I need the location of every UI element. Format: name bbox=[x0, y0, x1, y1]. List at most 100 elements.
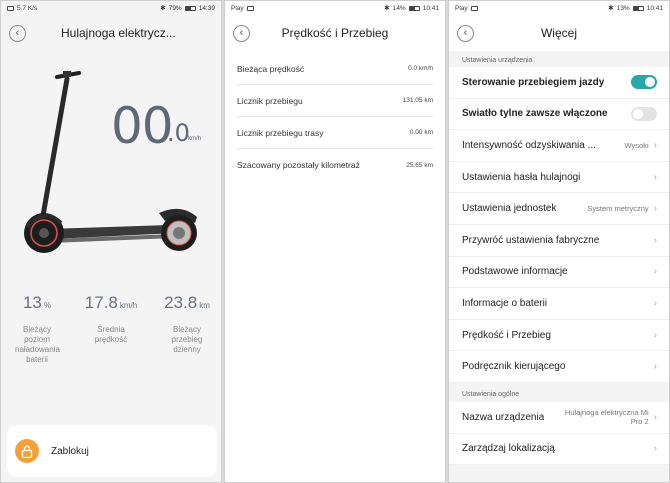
avg-speed-stat: 17.8 km/h Średnia prędkość bbox=[75, 293, 147, 345]
settings-item-control: › bbox=[654, 361, 657, 372]
row-label: Licznik przebiegu bbox=[237, 95, 303, 106]
speed-unit: km/h bbox=[188, 136, 202, 142]
battery-percent: 79% bbox=[168, 4, 182, 12]
settings-item-label: Zarządzaj lokalizacją bbox=[462, 443, 555, 455]
status-bar: Play ✱ 13% 10:41 bbox=[449, 1, 669, 15]
network-icon bbox=[7, 5, 14, 11]
lock-label: Zablokuj bbox=[51, 445, 89, 457]
settings-item-label: Podręcznik kierującego bbox=[462, 361, 566, 373]
speed-mileage-screen: Play ✱ 14% 10:41 ‹ Prędkość i Przebieg Bie… bbox=[224, 0, 446, 483]
settings-item-control: › bbox=[654, 443, 657, 454]
settings-item-label: Przywróć ustawienia fabryczne bbox=[462, 234, 600, 246]
chevron-right-icon: › bbox=[653, 139, 657, 151]
battery-percent: 13% bbox=[616, 4, 630, 12]
chevron-right-icon: › bbox=[653, 203, 657, 215]
clock: 10:41 bbox=[646, 4, 663, 12]
network-speed: 5.7 K/s bbox=[17, 4, 38, 12]
settings-item-label: Nazwa urządzenia bbox=[462, 411, 545, 423]
battery-icon bbox=[632, 5, 644, 11]
toggle-knob bbox=[633, 108, 643, 119]
battery-stat: 13% Bieżący poziom naładowania baterii bbox=[1, 293, 73, 365]
settings-item[interactable]: Podręcznik kierującego › bbox=[449, 351, 669, 383]
chevron-left-icon: ‹ bbox=[463, 27, 468, 39]
scooter-dashboard-screen: 5.7 K/s ✱ 79% 14:39 ‹ Hulajnoga elektrycz.… bbox=[0, 0, 222, 483]
page-title: Prędkość i Przebieg bbox=[281, 26, 389, 40]
settings-item[interactable]: Podstawowe informacje › bbox=[449, 257, 669, 289]
row-label: Licznik przebiegu trasy bbox=[237, 127, 324, 138]
row-label: Szacowany pozostały kilometraż bbox=[237, 160, 360, 170]
settings-item-value: System metryczny bbox=[587, 204, 649, 214]
bluetooth-icon: ✱ bbox=[384, 5, 390, 12]
toggle-switch[interactable] bbox=[631, 106, 657, 121]
daily-distance-stat: 23.8 km Bieżący przebieg dzienny bbox=[151, 293, 221, 355]
stat-label: Bieżący przebieg dzienny bbox=[171, 325, 203, 354]
settings-item-control bbox=[631, 106, 657, 121]
status-bar: Play ✱ 14% 10:41 bbox=[225, 1, 445, 15]
settings-item-label: Podstawowe informacje bbox=[462, 266, 568, 278]
list-item: Bieżąca prędkość 0.0 km/h bbox=[237, 53, 433, 85]
settings-item[interactable]: Ustawienia hasła hulajnogi › bbox=[449, 162, 669, 194]
settings-item[interactable]: Prędkość i Przebieg › bbox=[449, 320, 669, 352]
chevron-right-icon: › bbox=[653, 411, 657, 423]
chevron-right-icon: › bbox=[653, 297, 657, 309]
status-bar: 5.7 K/s ✱ 79% 14:39 bbox=[1, 1, 221, 15]
settings-item-control: › bbox=[654, 330, 657, 341]
general-settings-group: Nazwa urządzenia Hulajnoga elektryczna Mi… bbox=[449, 401, 669, 466]
settings-item[interactable]: Nazwa urządzenia Hulajnoga elektryczna Mi… bbox=[449, 402, 669, 434]
clock: 14:39 bbox=[198, 4, 215, 12]
stat-unit: km bbox=[199, 301, 210, 310]
chevron-right-icon: › bbox=[653, 171, 657, 183]
battery-icon bbox=[408, 5, 420, 11]
back-button[interactable]: ‹ bbox=[233, 25, 250, 42]
lock-icon bbox=[15, 439, 39, 463]
settings-item-control: System metryczny › bbox=[587, 203, 657, 214]
settings-item-control: Hulajnoga elektryczna Mi Pro 2 › bbox=[563, 408, 657, 426]
bluetooth-icon: ✱ bbox=[608, 5, 614, 12]
section-header: Ustawienia ogólne bbox=[449, 390, 669, 402]
toggle-switch[interactable] bbox=[631, 75, 657, 90]
carrier-label: Play bbox=[455, 4, 468, 12]
settings-item-value: Hulajnoga elektryczna Mi Pro 2 bbox=[564, 408, 649, 427]
chevron-right-icon: › bbox=[653, 329, 657, 341]
settings-item-label: Prędkość i Przebieg bbox=[462, 329, 551, 341]
speed-value: 00 bbox=[111, 97, 174, 155]
stat-value: 23.8 bbox=[164, 293, 198, 312]
settings-item[interactable]: Zarządzaj lokalizacją › bbox=[449, 434, 669, 466]
page-title: Więcej bbox=[540, 26, 577, 40]
chevron-left-icon: ‹ bbox=[15, 27, 20, 39]
settings-item[interactable]: Informacje o baterii › bbox=[449, 288, 669, 320]
battery-percent: 14% bbox=[392, 4, 406, 12]
settings-item[interactable]: Przywróć ustawienia fabryczne › bbox=[449, 225, 669, 257]
toggle-knob bbox=[645, 77, 655, 88]
row-value: 131.05 km bbox=[402, 97, 433, 104]
chevron-right-icon: › bbox=[653, 443, 657, 455]
settings-item-control bbox=[631, 75, 657, 90]
section-gap bbox=[449, 382, 669, 391]
list-item: Licznik przebiegu trasy 0.00 km bbox=[237, 117, 433, 149]
section-header: Ustawienia urządzenia bbox=[449, 51, 669, 67]
header: ‹ Hulajnoga elektrycz... bbox=[1, 15, 221, 51]
chevron-right-icon: › bbox=[653, 361, 657, 373]
more-settings-screen: Play ✱ 13% 10:41 ‹ Więcej Ustawienia urząd… bbox=[448, 0, 670, 483]
back-button[interactable]: ‹ bbox=[457, 25, 474, 42]
settings-item-label: Intensywność odzyskiwania ... bbox=[462, 139, 596, 151]
settings-item-control: Wysoki › bbox=[625, 140, 657, 151]
settings-item[interactable]: Światło tylne zawsze włączone bbox=[449, 99, 669, 131]
wifi-icon bbox=[470, 5, 478, 11]
row-value: 0.00 km bbox=[409, 129, 433, 136]
battery-icon bbox=[184, 5, 196, 11]
stat-value: 17.8 bbox=[84, 293, 118, 312]
settings-item[interactable]: Sterowanie przebiegiem jazdy bbox=[449, 67, 669, 99]
settings-item-control: › bbox=[654, 235, 657, 246]
settings-item-control: › bbox=[654, 266, 657, 277]
back-button[interactable]: ‹ bbox=[9, 25, 26, 42]
bluetooth-icon: ✱ bbox=[160, 5, 166, 12]
wifi-icon bbox=[246, 5, 254, 11]
lock-button[interactable]: Zablokuj bbox=[7, 425, 217, 477]
settings-item-label: Sterowanie przebiegiem jazdy bbox=[462, 76, 605, 88]
list-item: Szacowany pozostały kilometraż 25.65 km bbox=[237, 149, 433, 181]
settings-item[interactable]: Intensywność odzyskiwania ... Wysoki › bbox=[449, 130, 669, 162]
settings-item-value: Wysoki bbox=[624, 140, 649, 150]
chevron-right-icon: › bbox=[653, 266, 657, 278]
settings-item[interactable]: Ustawienia jednostek System metryczny › bbox=[449, 193, 669, 225]
